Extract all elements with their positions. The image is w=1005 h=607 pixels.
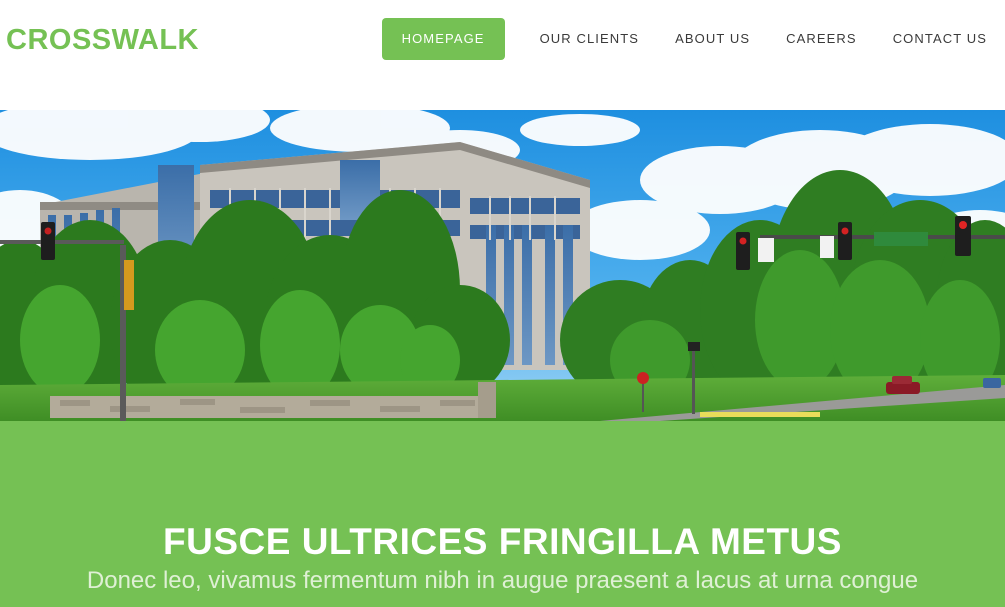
site-header: CROSSWALK HOMEPAGE OUR CLIENTS ABOUT US …: [0, 0, 1005, 110]
main-nav: HOMEPAGE OUR CLIENTS ABOUT US CAREERS CO…: [381, 18, 1005, 60]
banner-subtitle: Donec leo, vivamus fermentum nibh in aug…: [86, 567, 919, 594]
office-building-photo: [0, 110, 1005, 421]
nav-about-us[interactable]: ABOUT US: [657, 18, 768, 60]
nav-homepage[interactable]: HOMEPAGE: [381, 18, 505, 60]
site-logo[interactable]: CROSSWALK: [6, 22, 199, 58]
hero-image: [0, 110, 1005, 421]
nav-our-clients[interactable]: OUR CLIENTS: [522, 18, 658, 60]
banner-title: FUSCE ULTRICES FRINGILLA METUS: [163, 520, 842, 562]
hero-banner: FUSCE ULTRICES FRINGILLA METUS Donec leo…: [0, 421, 1005, 607]
nav-careers[interactable]: CAREERS: [768, 18, 875, 60]
nav-contact-us[interactable]: CONTACT US: [875, 18, 1005, 60]
